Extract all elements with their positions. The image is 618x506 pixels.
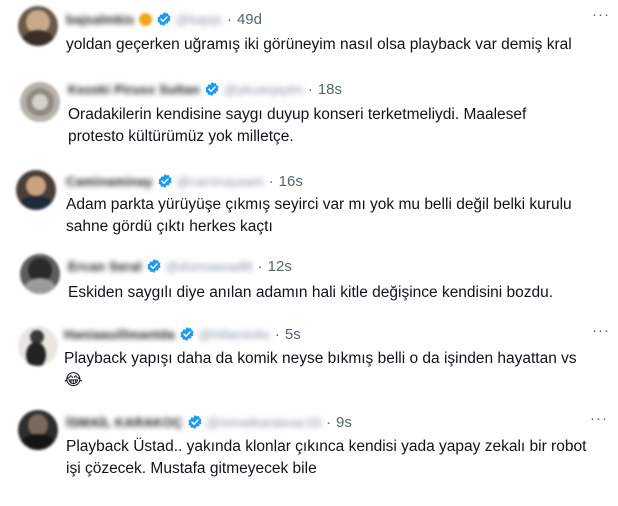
verified-badge-icon — [188, 415, 202, 429]
display-name[interactable]: Ercan Seral — [68, 259, 142, 274]
tweet-text-line: protesto kültürümüz yok milletçe. — [68, 128, 294, 145]
separator-dot: · — [307, 80, 313, 98]
tweet-text-line: Oradakilerin kendisine saygı duyup konse… — [68, 106, 527, 123]
display-name[interactable]: Caminaminay — [66, 174, 153, 189]
tweet-text: Oradakilerin kendisine saygı duyup konse… — [68, 104, 526, 148]
user-handle[interactable]: @ismailkaraboac33 — [207, 415, 321, 430]
tweet[interactable]: bajsalmkis @bajsjs · 49d ··· yoldan geçe… — [0, 0, 618, 70]
display-name[interactable]: İSMAİL KARAKOÇ — [66, 415, 183, 430]
tweet-text: Eskiden saygılı diye anılan adamın hali … — [68, 282, 553, 304]
timestamp[interactable]: 49d — [237, 11, 262, 28]
tweet[interactable]: Caminaminay @caminayaam · 16s Adam parkt… — [0, 162, 618, 242]
tweet-header: Kezeki Pirusx Sultan @pkuanjaylm · 18s — [68, 80, 342, 98]
tweet[interactable]: Ercan Seral @domowoadl8 · 12s Eskiden sa… — [0, 248, 618, 312]
tweet-text-line: yoldan geçerken uğramış iki görüneyim na… — [66, 36, 572, 53]
tweet[interactable]: İSMAİL KARAKOÇ @ismailkaraboac33 · 9s ··… — [0, 406, 618, 496]
tweet-header: Haniaauillmantda @hillaroinlio · 5s — [64, 325, 301, 343]
user-handle[interactable]: @domowoadl8 — [166, 259, 253, 274]
separator-dot: · — [326, 413, 332, 431]
tweet-text-line: Playback yapışı daha da komik neyse bıkm… — [64, 350, 577, 367]
avatar[interactable] — [18, 6, 58, 46]
tweet[interactable]: Haniaauillmantda @hillaroinlio · 5s ··· … — [0, 318, 618, 398]
display-name[interactable]: bajsalmkis — [66, 12, 135, 27]
timestamp[interactable]: 16s — [279, 173, 303, 190]
display-name[interactable]: Haniaauillmantda — [64, 327, 175, 342]
avatar[interactable] — [20, 254, 60, 294]
user-handle[interactable]: @hillaroinlio — [199, 327, 270, 342]
tweet-text-line: işi çözecek. Mustafa gitmeyecek bile — [66, 460, 317, 477]
verified-badge-icon — [205, 82, 219, 96]
verified-badge-icon — [180, 327, 194, 341]
more-options-icon[interactable]: ··· — [592, 6, 610, 23]
timestamp[interactable]: 5s — [285, 326, 301, 343]
tweet-text-line: Playback Üstad.. yakında klonlar çıkınca… — [66, 438, 587, 455]
avatar[interactable] — [20, 82, 60, 122]
tweet-text-line: Adam parkta yürüyüşe çıkmış seyirci var … — [66, 196, 572, 213]
separator-dot: · — [226, 10, 232, 28]
display-name[interactable]: Kezeki Pirusx Sultan — [68, 82, 200, 97]
tweet-header: bajsalmkis @bajsjs · 49d — [66, 10, 262, 28]
laughing-emoji: 😂 — [64, 372, 83, 389]
avatar[interactable] — [18, 326, 58, 366]
avatar[interactable] — [16, 170, 56, 210]
tweet-text-line: sahne gördü çıktı herkes kaçtı — [66, 218, 273, 235]
more-options-icon[interactable]: ··· — [592, 322, 610, 339]
verified-badge-icon — [156, 12, 171, 26]
user-handle[interactable]: @pkuanjaylm — [224, 82, 303, 97]
reply-feed: bajsalmkis @bajsjs · 49d ··· yoldan geçe… — [0, 0, 618, 506]
tweet-text-line: Eskiden saygılı diye anılan adamın hali … — [68, 284, 554, 301]
separator-dot: · — [268, 172, 274, 190]
tweet-header: İSMAİL KARAKOÇ @ismailkaraboac33 · 9s — [66, 413, 352, 431]
verified-badge-icon — [147, 259, 161, 273]
avatar[interactable] — [18, 410, 58, 450]
timestamp[interactable]: 18s — [318, 81, 342, 98]
timestamp[interactable]: 12s — [268, 258, 292, 275]
separator-dot: · — [257, 257, 263, 275]
tweet[interactable]: Kezeki Pirusx Sultan @pkuanjaylm · 18s O… — [0, 76, 618, 158]
user-handle[interactable]: @bajsjs — [176, 12, 222, 27]
tweet-text: Playback yapışı daha da komik neyse bıkm… — [64, 348, 577, 370]
tweet-header: Ercan Seral @domowoadl8 · 12s — [68, 257, 292, 275]
emoji-badge-icon — [138, 12, 152, 26]
user-handle[interactable]: @caminayaam — [177, 174, 264, 189]
tweet-text: Playback Üstad.. yakında klonlar çıkınca… — [66, 436, 586, 480]
tweet-text: Adam parkta yürüyüşe çıkmış seyirci var … — [66, 194, 572, 238]
tweet-text: yoldan geçerken uğramış iki görüneyim na… — [66, 34, 572, 56]
verified-badge-icon — [158, 174, 172, 188]
timestamp[interactable]: 9s — [336, 414, 352, 431]
tweet-header: Caminaminay @caminayaam · 16s — [66, 172, 303, 190]
separator-dot: · — [274, 325, 280, 343]
more-options-icon[interactable]: ··· — [590, 410, 608, 427]
